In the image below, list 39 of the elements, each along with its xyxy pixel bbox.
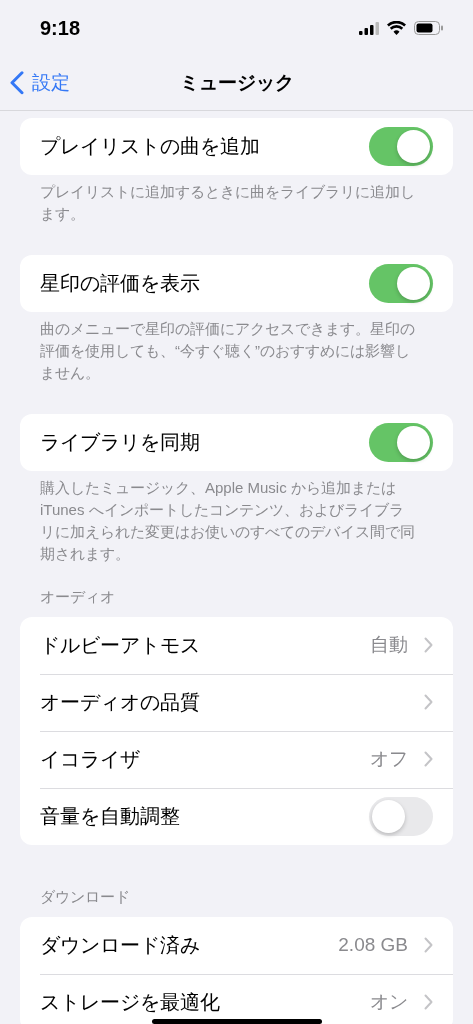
row-label: ダウンロード済み: [40, 933, 200, 957]
section-footnote: 曲のメニューで星印の評価にアクセスできます。星印の評価を使用しても、“今すぐ聴く”のおすすめには影響しません。: [39, 319, 416, 383]
wifi-icon: [387, 21, 406, 35]
row-label: オーディオの品質: [40, 691, 200, 714]
row-label: ストレージを最適化: [40, 990, 220, 1014]
section-footnote: 購入したミュージック、Apple Music から追加またはiTunes へインポートしたコンテンツ、およびライブラリに加えられた変更はお使いのすべてのデバイス間で同期されます。: [39, 478, 416, 564]
page-title: ミュージック: [179, 70, 294, 95]
chevron-right-icon: [424, 937, 433, 953]
chevron-right-icon: [424, 694, 433, 711]
settings-row[interactable]: ドルビーアトモス 自動: [20, 616, 453, 674]
row-label: ドルビーアトモス: [40, 634, 200, 657]
chevron-left-icon: [10, 71, 24, 95]
settings-row[interactable]: ストレージを最適化 オン: [20, 973, 453, 1024]
row-value: オフ: [370, 748, 408, 771]
signal-icon: [359, 21, 379, 35]
chevron-right-icon: [424, 994, 433, 1010]
back-button[interactable]: 設定: [10, 68, 70, 98]
section-footnote: プレイリストに追加するときに曲をライブラリに追加します。: [39, 182, 416, 224]
row-label: 音量を自動調整: [40, 805, 180, 828]
battery-icon: [414, 21, 443, 35]
toggle-switch[interactable]: [369, 127, 433, 166]
settings-row[interactable]: イコライザ オフ: [20, 730, 453, 788]
toggle-switch[interactable]: [369, 796, 433, 836]
section-header: オーディオ: [39, 588, 116, 607]
settings-row[interactable]: ダウンロード済み 2.08 GB: [20, 916, 453, 974]
settings-row[interactable]: オーディオの品質: [20, 673, 453, 731]
chevron-right-icon: [424, 637, 433, 654]
status-time: 9:18: [40, 16, 81, 41]
section-header: ダウンロード: [39, 887, 131, 907]
toggle-switch[interactable]: [369, 264, 433, 303]
row-label: プレイリストの曲を追加: [40, 135, 260, 158]
row-label: 星印の評価を表示: [40, 272, 200, 295]
row-label: ライブラリを同期: [40, 431, 200, 454]
row-label: イコライザ: [40, 748, 140, 771]
chevron-right-icon: [424, 751, 433, 768]
row-value: 自動: [370, 634, 408, 657]
row-value: オン: [370, 991, 408, 1013]
row-value: 2.08 GB: [338, 934, 408, 956]
toggle-switch[interactable]: [369, 423, 433, 462]
